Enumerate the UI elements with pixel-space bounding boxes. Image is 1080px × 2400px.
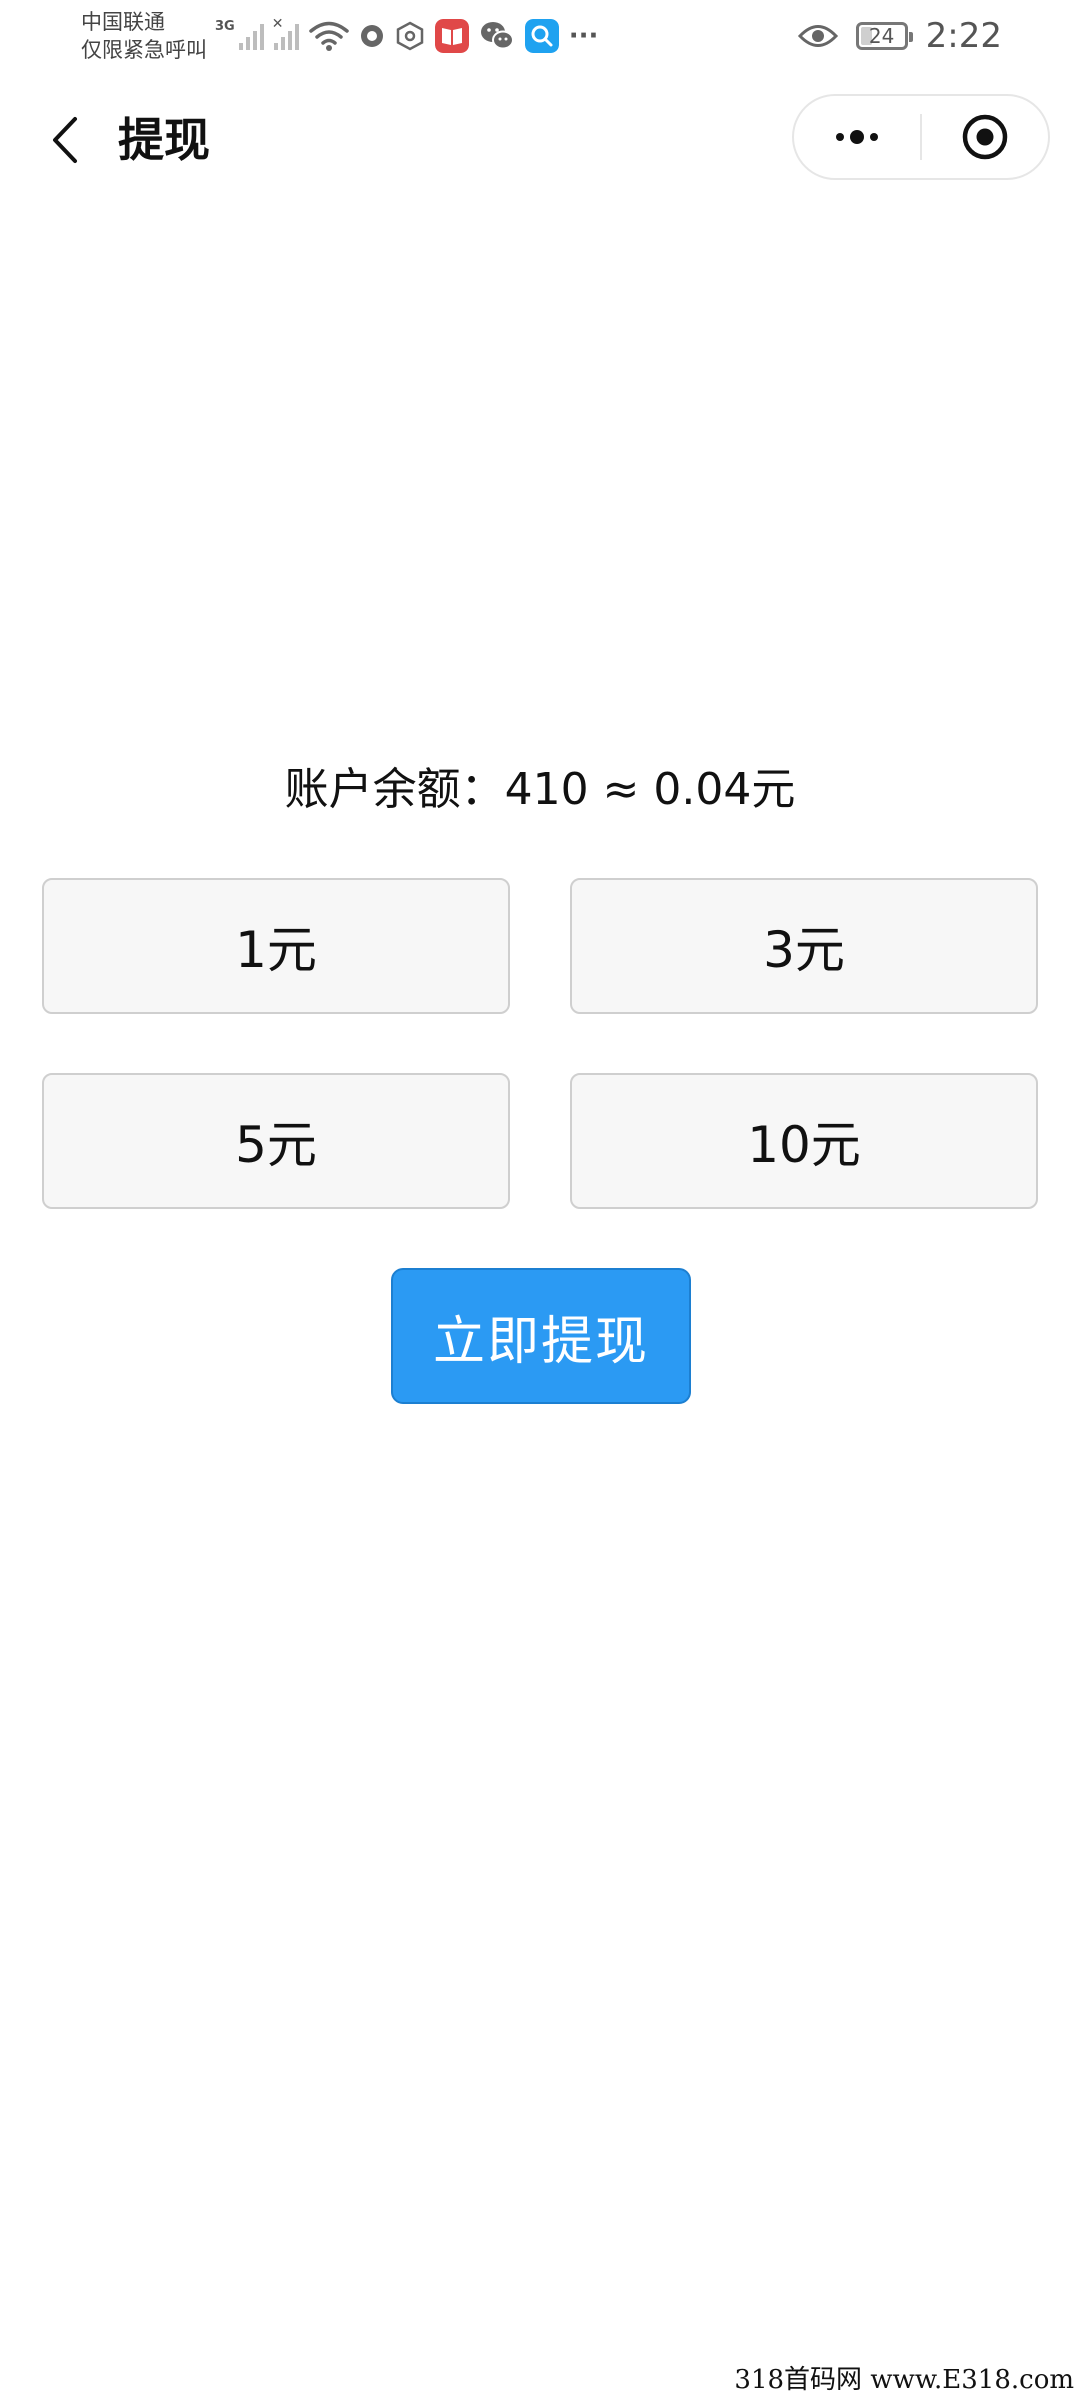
close-mini-program-button[interactable]: [922, 96, 1048, 178]
battery-level: 24: [868, 24, 895, 48]
signal-icon: [238, 22, 264, 50]
record-icon: [359, 23, 385, 49]
wechat-icon: [479, 20, 515, 52]
emergency-only-label: 仅限紧急呼叫: [81, 38, 207, 62]
eye-icon: [797, 23, 838, 49]
no-signal-icon: ✕: [272, 16, 299, 50]
hexagon-icon: [395, 21, 425, 51]
page-title: 提现: [118, 113, 210, 167]
target-circle-icon: [962, 114, 1008, 160]
wifi-icon: [308, 20, 349, 52]
chevron-left-icon: [53, 117, 77, 163]
network-type-label: 3G: [215, 18, 235, 34]
back-button[interactable]: [30, 105, 100, 175]
search-app-icon: [524, 19, 559, 53]
amount-option-5[interactable]: 5元: [42, 1073, 510, 1209]
account-balance: 账户余额：410 ≈ 0.04元: [284, 764, 796, 815]
battery-icon: 24: [855, 22, 913, 50]
amount-option-1[interactable]: 1元: [42, 878, 510, 1014]
status-bar: 中国联通 仅限紧急呼叫 3G ✕ ··· 24 2:22: [0, 0, 1080, 78]
more-options-button[interactable]: [794, 96, 920, 178]
more-notifications-label: ···: [568, 21, 599, 51]
carrier-name: 中国联通: [81, 10, 165, 34]
more-dots-icon: [836, 130, 878, 144]
status-right: 24 2:22: [797, 14, 1002, 58]
carrier-info: 中国联通 仅限紧急呼叫: [81, 8, 207, 64]
status-icons: 3G ✕ ···: [215, 14, 598, 58]
amount-option-10[interactable]: 10元: [570, 1073, 1038, 1209]
withdraw-now-button[interactable]: 立即提现: [391, 1268, 691, 1404]
reader-app-icon: [434, 19, 469, 53]
nav-bar: 提现: [0, 80, 1080, 200]
screen: 中国联通 仅限紧急呼叫 3G ✕ ··· 24 2:22 提现 账户余额：410…: [0, 0, 1080, 2400]
site-watermark: 318首码网 www.E318.com: [734, 2365, 1074, 2395]
mini-program-capsule: [792, 94, 1050, 180]
amount-option-3[interactable]: 3元: [570, 878, 1038, 1014]
clock: 2:22: [925, 16, 1002, 56]
